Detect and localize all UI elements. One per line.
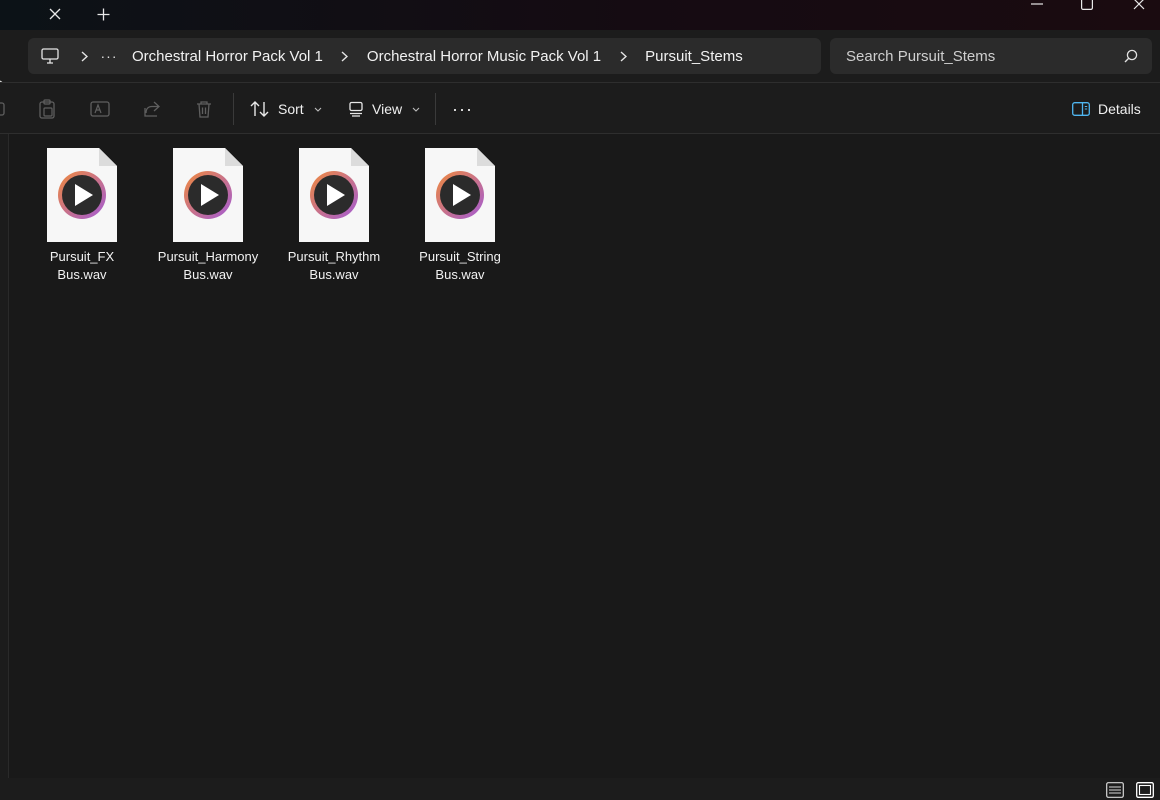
delete-icon[interactable] <box>192 97 216 121</box>
close-icon <box>1133 0 1145 10</box>
chevron-down-icon <box>314 107 322 112</box>
breadcrumb-item[interactable]: Orchestral Horror Music Pack Vol 1 <box>357 48 611 65</box>
details-pane-icon <box>1072 102 1090 116</box>
tiles-view-icon <box>1136 782 1154 798</box>
file-item[interactable]: Pursuit_FX Bus.wav <box>27 148 137 284</box>
close-icon <box>49 8 61 20</box>
share-icon[interactable] <box>140 97 164 121</box>
status-bar <box>0 778 1160 800</box>
sort-label: Sort <box>278 101 304 117</box>
file-name-line2: Bus.wav <box>309 267 359 282</box>
minimize-button[interactable] <box>1020 0 1054 18</box>
command-bar: Sort View ··· Details <box>0 82 1160 134</box>
view-label: View <box>372 101 403 117</box>
search-input[interactable]: Search Pursuit_Stems <box>846 48 1124 65</box>
window-close-button[interactable] <box>1122 0 1156 18</box>
file-name-line1: Pursuit_String <box>419 249 501 264</box>
paste-icon[interactable] <box>35 97 59 121</box>
maximize-icon <box>1081 0 1093 10</box>
file-name-line2: Bus.wav <box>57 267 107 282</box>
plus-icon <box>97 8 109 20</box>
tab-close-button[interactable] <box>40 0 70 28</box>
view-button[interactable]: View <box>348 95 420 123</box>
breadcrumb[interactable]: ··· Orchestral Horror Pack Vol 1 Orchest… <box>28 38 821 74</box>
new-tab-button[interactable] <box>88 0 118 28</box>
file-item[interactable]: Pursuit_Harmony Bus.wav <box>153 148 263 284</box>
sort-button[interactable]: Sort <box>250 95 322 123</box>
chevron-right-icon[interactable] <box>611 38 635 74</box>
file-name-line2: Bus.wav <box>183 267 233 282</box>
large-icons-view-button[interactable] <box>1134 780 1156 800</box>
details-view-button[interactable] <box>1104 780 1126 800</box>
search-box[interactable]: Search Pursuit_Stems <box>830 38 1152 74</box>
file-item[interactable]: Pursuit_Rhythm Bus.wav <box>279 148 389 284</box>
audio-file-icon <box>173 148 243 242</box>
details-label: Details <box>1098 101 1141 117</box>
toolbar-divider <box>435 93 436 125</box>
sort-icon <box>250 101 269 117</box>
search-icon <box>1124 49 1138 63</box>
chevron-right-icon[interactable] <box>72 38 96 74</box>
cut-icon[interactable] <box>0 97 10 121</box>
list-view-icon <box>1106 782 1124 798</box>
breadcrumb-item-current[interactable]: Pursuit_Stems <box>635 48 753 65</box>
chevron-down-icon <box>412 107 420 112</box>
file-name-line2: Bus.wav <box>435 267 485 282</box>
toolbar-divider <box>233 93 234 125</box>
more-options-button[interactable]: ··· <box>452 95 473 123</box>
address-row: ··· Orchestral Horror Pack Vol 1 Orchest… <box>0 30 1160 92</box>
title-bar <box>0 0 1160 30</box>
file-name-line1: Pursuit_FX <box>49 249 115 264</box>
file-item[interactable]: Pursuit_String Bus.wav <box>405 148 515 284</box>
audio-file-icon <box>299 148 369 242</box>
this-pc-icon[interactable] <box>28 38 72 74</box>
file-list[interactable]: Pursuit_FX Bus.wav Pursuit_Harmony Bus.w… <box>10 134 1160 778</box>
minimize-icon <box>1031 3 1043 5</box>
breadcrumb-item[interactable]: Orchestral Horror Pack Vol 1 <box>122 48 333 65</box>
maximize-button[interactable] <box>1070 0 1104 18</box>
breadcrumb-overflow-button[interactable]: ··· <box>96 38 122 74</box>
audio-file-icon <box>47 148 117 242</box>
navigation-pane[interactable] <box>0 134 9 778</box>
rename-icon[interactable] <box>88 97 112 121</box>
details-button[interactable]: Details <box>1072 95 1141 123</box>
file-name-line1: Pursuit_Harmony <box>157 249 259 264</box>
file-name-line1: Pursuit_Rhythm <box>287 249 381 264</box>
view-icon <box>349 101 363 117</box>
chevron-right-icon[interactable] <box>333 38 357 74</box>
audio-file-icon <box>425 148 495 242</box>
